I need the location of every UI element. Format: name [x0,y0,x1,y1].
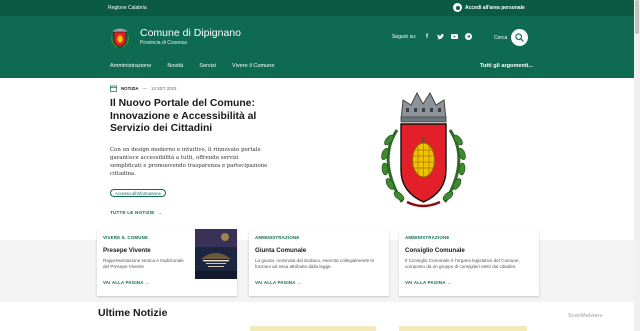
card-link[interactable]: VAI ALLA PAGINA → [255,280,302,285]
telegram-icon[interactable] [465,33,473,40]
social-bar: Seguici su: f [392,33,473,40]
hero-description: Con un design moderno e intuitivo, il ri… [110,147,268,177]
twitter-icon[interactable] [437,33,445,40]
watermark: ScanMalware [568,313,603,319]
card-thumbnail-image [195,229,237,279]
news-card-preview[interactable] [250,326,376,331]
login-button[interactable]: Accedi all'area personale [453,3,525,12]
topic-chip[interactable]: Accesso all'informazione [110,189,166,197]
card-text: Rappresentazione storica e tradizionale … [103,258,184,270]
calendar-icon [110,85,117,92]
highlight-card[interactable]: VIVERE IL COMUNE Presepe Vivente Rappres… [97,229,237,296]
search-label: Cerca [494,35,508,41]
hero-title[interactable]: Il Nuovo Portale del Comune: Innovazione… [110,98,280,136]
facebook-icon[interactable]: f [423,33,430,40]
municipal-crest-icon[interactable] [110,25,130,49]
search-icon [515,33,524,42]
card-title[interactable]: Giunta Comunale [255,247,306,254]
latest-news-heading: Ultime Notizie [98,307,168,319]
scrollbar-thumb[interactable] [635,0,639,34]
card-link-label: VAI ALLA PAGINA [405,280,446,285]
card-link[interactable]: VAI ALLA PAGINA → [103,280,150,285]
main-nav: Amministrazione Novità Servizi Vivere il… [110,63,275,69]
site-subtitle: Provincia di Cosenza [140,40,187,46]
hero-meta: NOTIZIA — 13 SET 2023 [110,85,177,92]
arrow-right-icon: → [156,210,163,215]
youtube-icon[interactable] [451,33,459,40]
card-category: AMMINISTRAZIONE [255,235,300,240]
login-label: Accedi all'area personale [465,4,525,11]
card-link-label: VAI ALLA PAGINA [103,280,144,285]
all-news-link[interactable]: TUTTE LE NOTIZIE → [110,210,162,215]
top-bar: Regione Calabria Accedi all'area persona… [0,0,640,16]
hero-date: 13 SET 2023 [150,86,177,91]
search-button[interactable] [511,29,528,46]
card-text: La giunta, nominata dal sindaco, esercit… [255,258,375,270]
card-text: Il Consiglio Comunale è l'organo legisla… [405,258,520,270]
municipal-crest-large [381,91,466,208]
highlight-card[interactable]: AMMINISTRAZIONE Consiglio Comunale Il Co… [399,229,539,296]
hero-category: NOTIZIA [121,86,139,91]
card-title[interactable]: Consiglio Comunale [405,247,465,254]
card-link[interactable]: VAI ALLA PAGINA → [405,280,452,285]
user-icon [453,3,462,12]
social-label: Seguici su: [392,33,417,40]
nav-all-topics[interactable]: Tutti gli argomenti... [480,63,533,69]
card-title[interactable]: Presepe Vivente [103,247,151,254]
highlight-card[interactable]: AMMINISTRAZIONE Giunta Comunale La giunt… [249,229,389,296]
nav-item-servizi[interactable]: Servizi [199,63,216,69]
site-title[interactable]: Comune di Dipignano [140,27,241,39]
card-category: AMMINISTRAZIONE [405,235,450,240]
nav-item-vivere-il-comune[interactable]: Vivere il Comune [232,63,275,69]
news-card-preview[interactable] [399,326,527,331]
nav-item-amministrazione[interactable]: Amministrazione [110,63,151,69]
card-category: VIVERE IL COMUNE [103,235,149,240]
all-news-label: TUTTE LE NOTIZIE [110,210,155,215]
nav-item-novita[interactable]: Novità [167,63,183,69]
card-link-label: VAI ALLA PAGINA [255,280,296,285]
region-link[interactable]: Regione Calabria [108,5,147,11]
hero-dash: — [142,86,147,91]
page-scrollbar[interactable] [634,0,640,331]
site-header: Comune di Dipignano Provincia di Cosenza… [0,16,640,78]
